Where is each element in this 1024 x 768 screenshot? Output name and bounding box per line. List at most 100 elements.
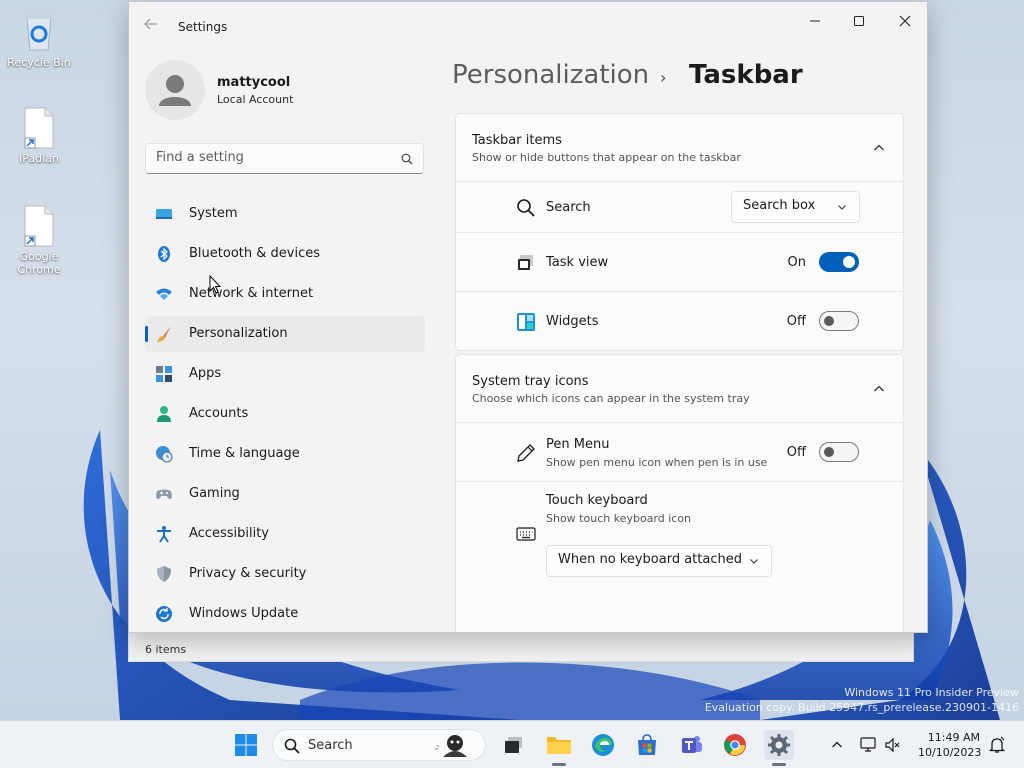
running-indicator — [552, 763, 566, 766]
window-title: Settings — [178, 20, 228, 34]
sidebar-item-label: Apps — [189, 366, 222, 381]
desktop-icon-ipadian[interactable]: iPadian — [4, 106, 74, 165]
breadcrumb-separator: › — [660, 68, 667, 87]
os-watermark: Windows 11 Pro Insider Preview Evaluatio… — [705, 685, 1019, 715]
show-hidden-icons-button[interactable] — [826, 731, 848, 759]
search-highlight-illustration-icon — [435, 735, 467, 757]
selection-indicator — [145, 326, 148, 342]
section-title: System tray icons — [472, 374, 589, 389]
widgets-setting-row: Widgets Off — [456, 292, 903, 350]
chevron-up-icon[interactable] — [873, 383, 885, 395]
watermark-line: Windows 11 Pro Insider Preview — [844, 686, 1019, 699]
store-taskbar-button[interactable] — [633, 731, 661, 759]
taskbar-clock[interactable]: 11:49 AM 10/10/2023 — [918, 730, 982, 760]
person-icon — [157, 406, 171, 422]
chevron-down-icon — [750, 559, 758, 564]
sidebar-item-personalization[interactable]: Personalization — [145, 316, 425, 352]
minimize-button[interactable] — [792, 6, 838, 36]
teams-icon — [682, 736, 702, 753]
toggle-state-text: Off — [786, 445, 806, 460]
sidebar-item-network[interactable]: Network & internet — [145, 276, 425, 312]
sidebar-item-label: Privacy & security — [189, 566, 307, 581]
recycle-bin-icon — [21, 10, 57, 54]
desktop-icon-recycle-bin[interactable]: Recycle Bin — [4, 10, 74, 69]
setting-label: Widgets — [546, 314, 599, 329]
task-view-icon — [505, 737, 522, 753]
chrome-browser-icon — [724, 734, 746, 756]
sidebar-item-bluetooth[interactable]: Bluetooth & devices — [145, 236, 425, 272]
search-mode-dropdown[interactable]: Search box — [731, 191, 860, 223]
file-shortcut-icon — [21, 204, 57, 248]
start-button[interactable] — [232, 731, 260, 759]
task-view-icon — [518, 255, 533, 270]
item-count-status: 6 items — [145, 643, 187, 656]
search-icon — [401, 153, 413, 165]
system-tray-icons-section: System tray icons Choose which icons can… — [455, 354, 904, 632]
shield-icon — [157, 566, 171, 582]
watermark-line: Evaluation copy. Build 25947.rs_prerelea… — [704, 701, 1019, 714]
chevron-down-icon — [838, 205, 846, 210]
wifi-icon — [156, 288, 172, 300]
sidebar-item-label: Accounts — [189, 406, 249, 421]
desktop-icon-label: Recycle Bin — [7, 56, 71, 69]
sidebar-item-accounts[interactable]: Accounts — [145, 396, 425, 432]
chevron-up-icon[interactable] — [873, 142, 885, 154]
apps-icon — [156, 366, 172, 382]
chrome-taskbar-button[interactable] — [721, 731, 749, 759]
volume-tray-button[interactable] — [882, 731, 904, 759]
minimize-icon — [810, 20, 820, 22]
widgets-toggle[interactable] — [819, 311, 859, 331]
update-icon — [156, 606, 172, 622]
file-explorer-taskbar-button[interactable] — [545, 731, 573, 759]
settings-taskbar-button[interactable] — [764, 730, 794, 760]
sidebar-item-accessibility[interactable]: Accessibility — [145, 516, 425, 552]
taskbar-items-header[interactable]: Taskbar items Show or hide buttons that … — [456, 114, 903, 182]
teams-taskbar-button[interactable] — [678, 731, 706, 759]
bell-notification-icon — [988, 736, 1006, 753]
sidebar-item-label: System — [189, 206, 238, 221]
notifications-button[interactable] — [986, 731, 1008, 759]
search-input[interactable] — [156, 150, 386, 165]
breadcrumb-parent-link[interactable]: Personalization — [452, 60, 649, 90]
windows-logo-icon — [235, 734, 257, 756]
sidebar-item-windows-update[interactable]: Windows Update — [145, 596, 425, 632]
widgets-icon — [517, 313, 535, 331]
sidebar-item-gaming[interactable]: Gaming — [145, 476, 425, 512]
settings-window: Settings mattycool Local Account Find a … — [128, 1, 928, 633]
taskbar-search-box[interactable]: Search — [272, 729, 486, 761]
maximize-icon — [854, 16, 864, 26]
search-icon — [284, 738, 300, 754]
monitor-network-icon — [860, 737, 876, 752]
clock-time: 11:49 AM — [927, 731, 980, 744]
sidebar-item-system[interactable]: System — [145, 196, 425, 232]
pen-icon — [517, 444, 535, 462]
account-type: Local Account — [217, 93, 294, 106]
maximize-button[interactable] — [836, 6, 882, 36]
section-subtitle: Show or hide buttons that appear on the … — [472, 151, 741, 164]
user-name: mattycool — [217, 75, 291, 90]
clock-date: 10/10/2023 — [918, 746, 982, 759]
find-setting-search[interactable] — [145, 143, 424, 174]
desktop-icon-google-chrome[interactable]: Google Chrome — [4, 204, 74, 276]
desktop-icon-label: Google Chrome — [17, 250, 61, 276]
file-shortcut-icon — [21, 106, 57, 150]
pen-menu-toggle[interactable] — [819, 442, 859, 462]
sidebar-item-privacy-security[interactable]: Privacy & security — [145, 556, 425, 592]
title-bar[interactable]: Settings — [129, 2, 927, 46]
network-tray-button[interactable] — [858, 731, 880, 759]
background-explorer-window[interactable]: 6 items — [128, 632, 914, 662]
sidebar-item-apps[interactable]: Apps — [145, 356, 425, 392]
task-view-toggle[interactable] — [819, 252, 859, 272]
toggle-state-text: On — [787, 255, 806, 270]
back-arrow-icon — [144, 18, 157, 30]
edge-taskbar-button[interactable] — [589, 731, 617, 759]
setting-label: Touch keyboard — [546, 493, 648, 508]
user-profile[interactable]: mattycool Local Account — [145, 60, 405, 122]
task-view-taskbar-button[interactable] — [500, 731, 528, 759]
sidebar-item-time-language[interactable]: Time & language — [145, 436, 425, 472]
touch-keyboard-dropdown[interactable]: When no keyboard attached — [546, 545, 772, 577]
pen-menu-setting-row: Pen Menu Show pen menu icon when pen is … — [456, 423, 903, 482]
back-button[interactable] — [143, 16, 161, 34]
close-button[interactable] — [882, 6, 927, 36]
system-tray-icons-header[interactable]: System tray icons Choose which icons can… — [456, 355, 903, 423]
